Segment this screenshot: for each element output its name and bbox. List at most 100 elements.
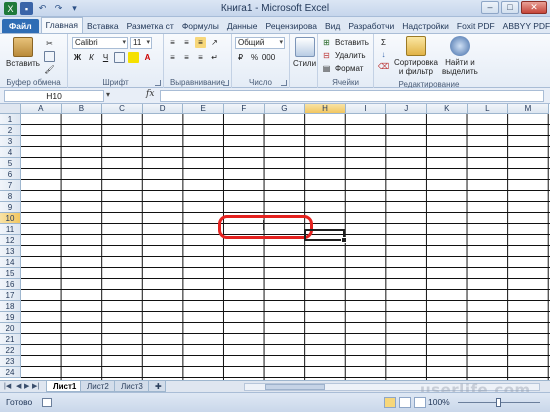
clear-icon[interactable]: ⌫: [378, 61, 389, 72]
percent-icon[interactable]: %: [249, 52, 260, 63]
row-header[interactable]: 3: [0, 136, 21, 147]
font-size-combo[interactable]: 11: [130, 37, 152, 49]
thousands-icon[interactable]: 000: [262, 52, 275, 63]
tab-home[interactable]: Главная: [40, 17, 83, 33]
tab-insert[interactable]: Вставка: [83, 19, 123, 33]
font-name-combo[interactable]: Calibri: [72, 37, 128, 49]
next-sheet-icon[interactable]: ▶: [24, 382, 29, 390]
number-format-combo[interactable]: Общий: [235, 37, 285, 49]
borders-icon[interactable]: [114, 52, 125, 63]
maximize-button[interactable]: □: [501, 1, 519, 14]
row-header[interactable]: 9: [0, 202, 21, 213]
underline-icon[interactable]: Ч: [100, 52, 111, 63]
row-header[interactable]: 13: [0, 246, 21, 257]
bold-icon[interactable]: Ж: [72, 52, 83, 63]
delete-cells-button[interactable]: ⊟ Удалить: [321, 50, 365, 61]
tab-file[interactable]: Файл: [2, 19, 39, 33]
column-header[interactable]: L: [467, 104, 509, 114]
align-right-icon[interactable]: ≡: [195, 52, 206, 63]
currency-icon[interactable]: ₽: [235, 52, 246, 63]
tab-page-layout[interactable]: Разметка ст: [123, 19, 178, 33]
align-top-icon[interactable]: ≡: [167, 37, 178, 48]
orientation-icon[interactable]: ↗: [209, 37, 220, 48]
name-box[interactable]: H10: [4, 90, 104, 102]
sort-filter-button[interactable]: Сортировка и фильтр: [394, 36, 438, 76]
fill-icon[interactable]: ↓: [378, 49, 389, 60]
row-header[interactable]: 11: [0, 224, 21, 235]
sheet-tab-1[interactable]: Лист1: [46, 381, 84, 392]
column-header[interactable]: E: [183, 104, 224, 114]
row-header[interactable]: 20: [0, 323, 21, 334]
row-header[interactable]: 16: [0, 279, 21, 290]
row-header[interactable]: 18: [0, 301, 21, 312]
tab-data[interactable]: Данные: [223, 19, 262, 33]
tab-abbyy-pdf[interactable]: ABBYY PDF T: [499, 19, 550, 33]
row-header[interactable]: 19: [0, 312, 21, 323]
row-header[interactable]: 6: [0, 169, 21, 180]
row-header[interactable]: 7: [0, 180, 21, 191]
row-header[interactable]: 14: [0, 257, 21, 268]
macro-record-icon[interactable]: [42, 398, 52, 407]
name-box-dropdown-icon[interactable]: ▾: [106, 90, 110, 99]
styles-button[interactable]: Стили: [293, 37, 316, 68]
row-header[interactable]: 21: [0, 334, 21, 345]
horizontal-scroll-thumb[interactable]: [265, 384, 325, 390]
column-header[interactable]: H: [305, 104, 346, 114]
row-header[interactable]: 1: [0, 114, 21, 125]
tab-formulas[interactable]: Формулы: [178, 19, 223, 33]
wrap-text-icon[interactable]: ↵: [209, 52, 220, 63]
insert-function-icon[interactable]: fx: [146, 89, 154, 99]
first-sheet-icon[interactable]: |◀: [4, 382, 11, 390]
column-header[interactable]: K: [427, 104, 468, 114]
tab-view[interactable]: Вид: [321, 19, 344, 33]
row-header[interactable]: 8: [0, 191, 21, 202]
format-cells-button[interactable]: ▤ Формат: [321, 63, 364, 74]
copy-button[interactable]: [44, 51, 55, 62]
formula-input[interactable]: [160, 90, 544, 102]
insert-cells-button[interactable]: ⊞ Вставить: [321, 37, 369, 48]
align-center-icon[interactable]: ≡: [181, 52, 192, 63]
page-break-view-icon[interactable]: [414, 397, 426, 408]
tab-foxit-pdf[interactable]: Foxit PDF: [453, 19, 499, 33]
close-button[interactable]: ✕: [521, 1, 547, 14]
row-header[interactable]: 15: [0, 268, 21, 279]
cells-area[interactable]: [21, 114, 550, 380]
zoom-level[interactable]: 100%: [428, 397, 450, 407]
column-header[interactable]: G: [264, 104, 306, 114]
row-header[interactable]: 24: [0, 367, 21, 378]
font-color-icon[interactable]: A: [142, 52, 153, 63]
align-bottom-icon[interactable]: ≡: [195, 37, 206, 48]
fill-color-icon[interactable]: [128, 52, 139, 63]
row-header[interactable]: 10: [0, 213, 21, 224]
minimize-button[interactable]: –: [481, 1, 499, 14]
sheet-tab-3[interactable]: Лист3: [114, 381, 150, 392]
column-header[interactable]: M: [508, 104, 549, 114]
find-select-button[interactable]: Найти и выделить: [442, 36, 478, 76]
last-sheet-icon[interactable]: ▶|: [32, 382, 39, 390]
font-dialog-launcher-icon[interactable]: [155, 80, 161, 86]
active-cell[interactable]: [304, 229, 347, 243]
column-header[interactable]: D: [142, 104, 184, 114]
autosum-icon[interactable]: Σ: [378, 37, 389, 48]
row-header[interactable]: 22: [0, 345, 21, 356]
prev-sheet-icon[interactable]: ◀: [16, 382, 21, 390]
select-all-corner[interactable]: [0, 104, 21, 114]
align-left-icon[interactable]: ≡: [167, 52, 178, 63]
column-header[interactable]: C: [102, 104, 143, 114]
worksheet-grid[interactable]: ABCDEFGHIJKLM 1 2 3 4 5 6 7 8 9 10 11 12 13 14 15 16 17 1…: [0, 104, 550, 380]
align-middle-icon[interactable]: ≡: [181, 37, 192, 48]
row-header[interactable]: 4: [0, 147, 21, 158]
tab-review[interactable]: Рецензирова: [262, 19, 321, 33]
column-header[interactable]: F: [224, 104, 265, 114]
column-header[interactable]: A: [21, 104, 62, 114]
number-dialog-launcher-icon[interactable]: [281, 80, 287, 86]
tab-developer[interactable]: Разработчи: [344, 19, 398, 33]
zoom-slider-knob[interactable]: [496, 398, 501, 407]
alignment-dialog-launcher-icon[interactable]: [223, 80, 229, 86]
column-header[interactable]: I: [345, 104, 387, 114]
format-painter-button[interactable]: 🖌: [44, 64, 55, 75]
paste-button[interactable]: Вставить: [6, 37, 40, 68]
new-sheet-button[interactable]: ✚: [148, 381, 166, 392]
row-header[interactable]: 23: [0, 356, 21, 367]
row-header[interactable]: 5: [0, 158, 21, 169]
